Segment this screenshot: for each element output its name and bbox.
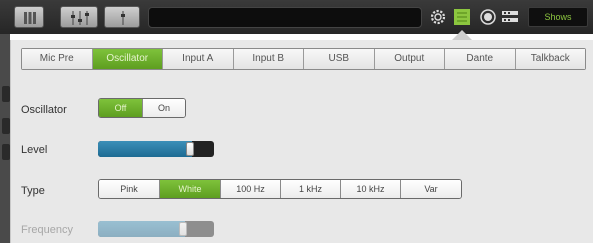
level-fill bbox=[98, 141, 192, 157]
channel-display bbox=[148, 7, 422, 28]
type-pink-button[interactable]: Pink bbox=[99, 180, 160, 198]
level-slider[interactable] bbox=[98, 141, 214, 157]
single-fader-icon bbox=[121, 11, 125, 25]
oscillator-label: Oscillator bbox=[21, 104, 67, 116]
single-fader-button[interactable] bbox=[104, 6, 140, 28]
tab-talkback[interactable]: Talkback bbox=[515, 49, 585, 69]
type-1khz-button[interactable]: 1 kHz bbox=[281, 180, 341, 198]
tab-input-b[interactable]: Input B bbox=[233, 49, 304, 69]
strip-handle bbox=[2, 144, 10, 160]
gear-icon[interactable] bbox=[428, 7, 448, 27]
type-10khz-button[interactable]: 10 kHz bbox=[341, 180, 401, 198]
channel-setup-panel: Mic Pre Oscillator Input A Input B USB O… bbox=[10, 40, 593, 243]
type-white-button[interactable]: White bbox=[160, 180, 221, 198]
level-label: Level bbox=[21, 144, 48, 156]
type-selector: Pink White 100 Hz 1 kHz 10 kHz Var bbox=[98, 179, 462, 199]
tab-output[interactable]: Output bbox=[374, 49, 445, 69]
strip-handle bbox=[2, 118, 10, 134]
oscillator-toggle: Off On bbox=[98, 98, 186, 118]
channel-setup-icon[interactable] bbox=[452, 7, 472, 27]
type-label: Type bbox=[21, 185, 45, 197]
mixer-grid-icon bbox=[24, 12, 36, 24]
tab-usb[interactable]: USB bbox=[304, 49, 375, 69]
shows-button[interactable]: Shows bbox=[528, 7, 588, 27]
type-var-button[interactable]: Var bbox=[401, 180, 461, 198]
frequency-slider bbox=[98, 221, 214, 237]
record-icon[interactable] bbox=[478, 7, 498, 27]
io-icon[interactable] bbox=[500, 7, 522, 27]
oscillator-off-button[interactable]: Off bbox=[99, 99, 143, 117]
popover-pointer bbox=[452, 30, 472, 40]
tab-oscillator[interactable]: Oscillator bbox=[92, 49, 163, 69]
level-thumb[interactable] bbox=[186, 142, 194, 156]
faders-button[interactable] bbox=[60, 6, 98, 28]
top-toolbar: Shows bbox=[0, 0, 593, 34]
left-channel-strip bbox=[0, 34, 10, 243]
frequency-label: Frequency bbox=[21, 224, 73, 236]
strip-handle bbox=[2, 86, 10, 102]
mixer-grid-button[interactable] bbox=[14, 6, 44, 28]
tab-mic-pre[interactable]: Mic Pre bbox=[22, 49, 93, 69]
tab-dante[interactable]: Dante bbox=[445, 49, 516, 69]
frequency-thumb bbox=[179, 222, 187, 236]
tab-input-a[interactable]: Input A bbox=[163, 49, 234, 69]
frequency-fill bbox=[98, 221, 185, 237]
faders-icon bbox=[71, 11, 89, 25]
type-100hz-button[interactable]: 100 Hz bbox=[221, 180, 281, 198]
tab-bar: Mic Pre Oscillator Input A Input B USB O… bbox=[21, 48, 586, 70]
oscillator-on-button[interactable]: On bbox=[143, 99, 185, 117]
